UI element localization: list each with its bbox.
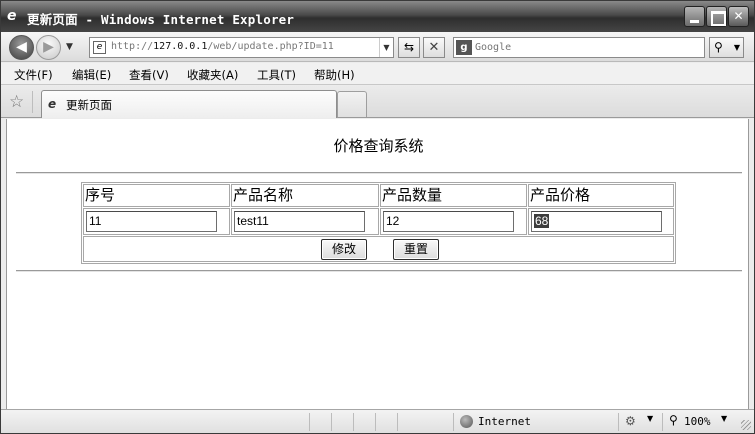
close-button[interactable]: ✕ — [728, 6, 749, 27]
status-bar: Internet ⚙ ▼ ⚲ 100% ▼ — [1, 409, 754, 433]
menu-bar: 文件(F) 编辑(E) 查看(V) 收藏夹(A) 工具(T) 帮助(H) — [1, 63, 754, 85]
menu-tools[interactable]: 工具(T) — [257, 67, 296, 83]
status-divider — [309, 413, 310, 431]
id-cell: 11 — [83, 208, 230, 235]
browser-window: e 更新页面 - Windows Internet Explorer ✕ ◀ ▶… — [0, 0, 755, 434]
tab-bar: ☆ e 更新页面 — [1, 86, 754, 118]
top-divider — [16, 172, 742, 174]
magnifier-icon: ⚲ — [714, 40, 723, 54]
back-button[interactable]: ◀ — [9, 35, 34, 60]
page-icon: e — [93, 41, 106, 54]
name-input[interactable]: test11 — [234, 211, 365, 232]
favorites-star-icon[interactable]: ☆ — [9, 92, 24, 112]
search-input[interactable] — [475, 39, 701, 56]
status-divider — [662, 413, 663, 431]
id-input[interactable]: 11 — [86, 211, 217, 232]
forward-button[interactable]: ▶ — [36, 35, 61, 60]
zoom-level[interactable]: 100% — [684, 415, 711, 428]
protected-mode-icon[interactable]: ⚙ — [625, 414, 636, 428]
menu-help[interactable]: 帮助(H) — [314, 67, 355, 83]
submit-button[interactable]: 修改 — [321, 239, 367, 260]
security-zone-label: Internet — [478, 415, 531, 428]
address-path: /web/update.php?ID=11 — [207, 41, 334, 52]
update-form-table: 序号 产品名称 产品数量 产品价格 11 test11 12 68 修改 重置 — [81, 182, 676, 264]
status-divider — [353, 413, 354, 431]
search-box[interactable]: g — [453, 37, 705, 58]
zoom-magnifier-icon[interactable]: ⚲ — [669, 413, 678, 427]
page-title: 价格查询系统 — [333, 137, 424, 155]
window-title: 更新页面 - Windows Internet Explorer — [27, 12, 295, 27]
price-input[interactable]: 68 — [531, 211, 662, 232]
status-divider — [397, 413, 398, 431]
refresh-button[interactable]: ⇆ — [398, 37, 420, 58]
menu-view[interactable]: 查看(V) — [129, 67, 169, 83]
new-tab-button[interactable] — [337, 91, 367, 117]
zoom-dropdown-icon[interactable]: ▼ — [721, 414, 727, 423]
quantity-input[interactable]: 12 — [383, 211, 514, 232]
recent-pages-dropdown[interactable]: ▼ — [66, 41, 76, 53]
status-divider — [331, 413, 332, 431]
name-cell: test11 — [231, 208, 379, 235]
minimize-button[interactable] — [684, 6, 705, 27]
ie-logo-icon: e — [7, 8, 17, 24]
reset-button[interactable]: 重置 — [393, 239, 439, 260]
internet-zone-globe-icon — [460, 415, 473, 428]
column-header-id: 序号 — [83, 184, 230, 207]
status-divider — [618, 413, 619, 431]
tab-label: 更新页面 — [66, 98, 112, 112]
price-selected-text: 68 — [534, 214, 550, 228]
menu-file[interactable]: 文件(F) — [14, 67, 53, 83]
form-actions-row: 修改 重置 — [83, 236, 674, 262]
page-content: 价格查询系统 序号 产品名称 产品数量 产品价格 11 test11 12 68… — [6, 119, 749, 409]
stop-button[interactable]: ✕ — [423, 37, 445, 58]
status-divider — [453, 413, 454, 431]
tab-update-page[interactable]: e 更新页面 — [41, 90, 337, 118]
address-dropdown-icon[interactable]: ▼ — [379, 38, 393, 57]
protected-mode-dropdown-icon[interactable]: ▼ — [647, 414, 653, 423]
address-host: 127.0.0.1 — [153, 41, 208, 52]
status-divider — [375, 413, 376, 431]
navigation-bar: ◀ ▶ ▼ e http://127.0.0.1/web/update.php?… — [1, 32, 754, 62]
address-bar[interactable]: e http://127.0.0.1/web/update.php?ID=11 … — [89, 37, 394, 58]
toolbar-divider — [32, 91, 33, 113]
search-options-dropdown-icon[interactable]: ▼ — [734, 38, 740, 57]
column-header-name: 产品名称 — [231, 184, 379, 207]
resize-grip-icon[interactable] — [741, 420, 751, 430]
quantity-cell: 12 — [380, 208, 527, 235]
column-header-quantity: 产品数量 — [380, 184, 527, 207]
menu-favorites[interactable]: 收藏夹(A) — [187, 67, 238, 83]
menu-edit[interactable]: 编辑(E) — [72, 67, 111, 83]
address-url[interactable]: http://127.0.0.1/web/update.php?ID=11 — [111, 41, 334, 52]
google-logo-icon: g — [456, 40, 472, 55]
maximize-button[interactable] — [706, 6, 727, 27]
search-button[interactable]: ⚲ ▼ — [709, 37, 744, 58]
column-header-price: 产品价格 — [528, 184, 674, 207]
bottom-divider — [16, 270, 742, 272]
title-bar: e 更新页面 - Windows Internet Explorer ✕ — [1, 1, 754, 32]
ie-page-icon: e — [48, 97, 57, 111]
address-prefix: http:// — [111, 41, 154, 52]
price-cell: 68 — [528, 208, 674, 235]
